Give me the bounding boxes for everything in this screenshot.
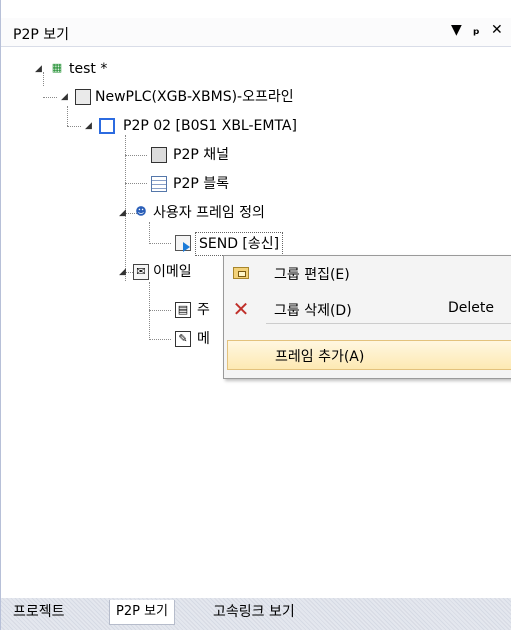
tab-highspeed-link-view[interactable]: 고속링크 보기 [207,600,301,624]
expand-toggle-icon[interactable]: ◢ [35,58,45,80]
user-frame-label: 사용자 프레임 정의 [153,205,265,221]
plc-icon [75,89,91,105]
tree-item-plc[interactable]: ◢ NewPLC(XGB-XBMS)-오프라인 [1,86,401,108]
delete-x-icon: ✕ [232,297,250,321]
p2p-module-icon [99,118,115,134]
project-icon: ▦ [51,61,63,74]
menu-item-label: 그룹 삭제(D) [274,303,352,319]
folder-icon [232,264,250,282]
tree-item-project[interactable]: ◢ ▦ test * [1,58,301,80]
address-label: 주 [197,302,210,318]
tree-item-channel[interactable]: P2P 채널 [1,144,301,166]
p2p-view-panel: P2P 보기 ▼ ₚ ✕ ◢ ▦ test * ◢ NewPLC(XGB-XBM… [0,0,511,630]
menu-item-label: 그룹 편집(E) [274,267,350,283]
tab-p2p-view[interactable]: P2P 보기 [109,600,176,625]
expand-toggle-icon[interactable]: ◢ [119,261,129,283]
context-menu: 그룹 편집(E) ✕ 그룹 삭제(D) Delete 프레임 추가(A) [223,255,511,379]
menu-item-label: 프레임 추가(A) [275,349,365,365]
menu-item-edit-group[interactable]: 그룹 편집(E) [224,258,511,288]
project-label: test * [69,61,108,77]
panel-title: P2P 보기 [13,27,70,43]
panel-tab-bar: 프로젝트 P2P 보기 고속링크 보기 [1,598,511,630]
message-icon: ✎ [175,331,191,347]
send-icon [175,235,191,252]
dropdown-icon[interactable]: ▼ [451,22,462,38]
tree-item-block[interactable]: P2P 블록 [1,173,301,195]
menu-shortcut: Delete [448,300,494,316]
menu-item-add-frame[interactable]: 프레임 추가(A) [227,340,511,370]
expand-toggle-icon[interactable]: ◢ [85,115,95,137]
expand-toggle-icon[interactable]: ◢ [61,86,71,108]
menu-separator [266,323,511,324]
block-label: P2P 블록 [173,176,230,192]
block-icon [151,176,167,192]
close-icon[interactable]: ✕ [491,22,503,38]
tree-item-p2p-module[interactable]: ◢ P2P 02 [B0S1 XBL-EMTA] [1,115,401,137]
tree-item-address[interactable]: ▤ 주 [1,299,251,321]
tree-item-message[interactable]: ✎ 메 [1,328,251,350]
address-book-icon: ▤ [175,302,191,318]
email-icon: ✉ [133,264,149,280]
pin-icon[interactable]: ₚ [473,22,480,38]
expand-toggle-icon[interactable]: ◢ [119,202,129,224]
panel-top-strip [1,0,511,18]
plc-label: NewPLC(XGB-XBMS)-오프라인 [95,89,294,105]
menu-item-delete-group[interactable]: ✕ 그룹 삭제(D) Delete [224,294,511,324]
channel-icon [151,147,167,163]
channel-label: P2P 채널 [173,147,230,163]
user-frame-icon: ☻ [135,205,147,218]
panel-title-bar[interactable]: P2P 보기 ▼ ₚ ✕ [1,18,511,47]
tree-item-user-frame[interactable]: ◢ ☻ 사용자 프레임 정의 [1,202,401,224]
message-label: 메 [197,331,210,347]
tree-item-send[interactable]: SEND [송신] [1,232,401,256]
p2p-module-label: P2P 02 [B0S1 XBL-EMTA] [123,118,297,134]
send-label: SEND [송신] [195,232,284,256]
email-label: 이메일 [153,264,192,280]
tab-project[interactable]: 프로젝트 [7,600,71,624]
